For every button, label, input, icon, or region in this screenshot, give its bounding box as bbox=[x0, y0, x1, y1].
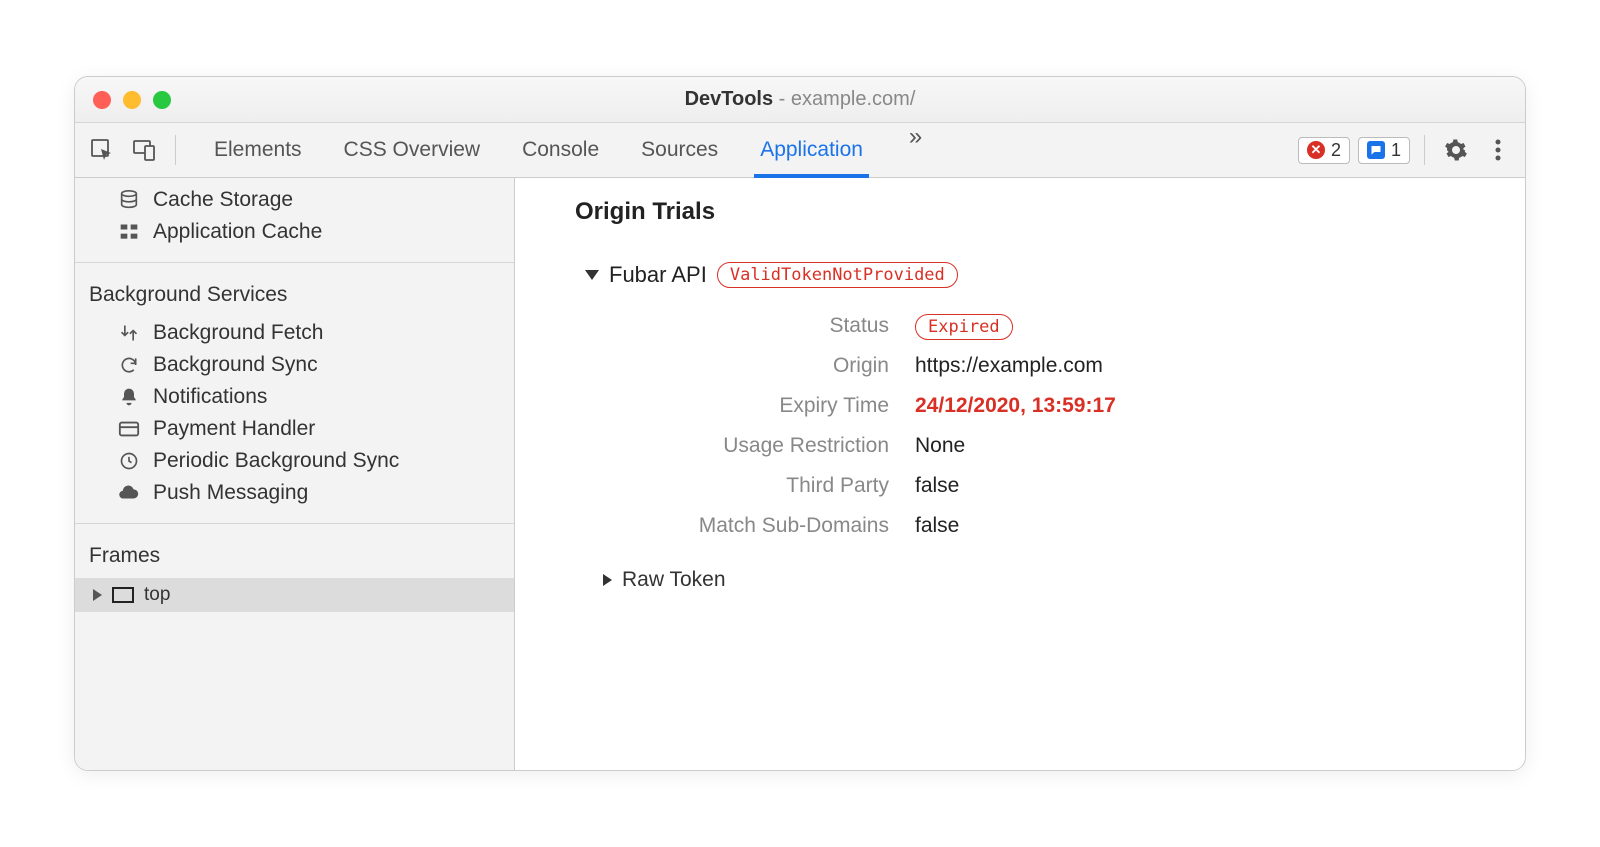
sync-icon bbox=[117, 353, 141, 377]
label-expiry-time: Expiry Time bbox=[605, 394, 915, 418]
sidebar-item-label: Notifications bbox=[153, 385, 267, 409]
sidebar-item-label: Cache Storage bbox=[153, 188, 293, 212]
message-icon bbox=[1367, 141, 1385, 159]
grid-icon bbox=[117, 220, 141, 244]
label-status: Status bbox=[605, 314, 915, 338]
errors-count: 2 bbox=[1331, 140, 1341, 161]
sidebar-item-label: Payment Handler bbox=[153, 417, 315, 441]
tab-console[interactable]: Console bbox=[516, 123, 605, 177]
separator bbox=[1424, 135, 1425, 165]
section-heading: Background Services bbox=[75, 269, 514, 317]
background-services-section: Background Services Background Fetch Bac… bbox=[75, 262, 514, 523]
titlebar: DevTools - example.com/ bbox=[75, 77, 1525, 123]
label-match-sub-domains: Match Sub-Domains bbox=[605, 514, 915, 538]
window-title-sep: - bbox=[773, 88, 791, 110]
raw-token-label: Raw Token bbox=[622, 568, 726, 592]
device-toolbar-icon[interactable] bbox=[127, 133, 161, 167]
sidebar-item-notifications[interactable]: Notifications bbox=[75, 381, 514, 413]
application-sidebar: Cache Storage Application Cache Backgrou… bbox=[75, 178, 515, 770]
window-title: DevTools - example.com/ bbox=[75, 88, 1525, 111]
errors-badge[interactable]: ✕ 2 bbox=[1298, 137, 1350, 164]
frame-icon bbox=[112, 587, 134, 603]
messages-badge[interactable]: 1 bbox=[1358, 137, 1410, 164]
separator bbox=[175, 135, 176, 165]
cloud-icon bbox=[117, 481, 141, 505]
sidebar-item-label: Periodic Background Sync bbox=[153, 449, 399, 473]
label-usage-restriction: Usage Restriction bbox=[605, 434, 915, 458]
sidebar-item-label: Background Fetch bbox=[153, 321, 323, 345]
trial-header[interactable]: Fubar API ValidTokenNotProvided bbox=[575, 262, 1489, 288]
raw-token-header[interactable]: Raw Token bbox=[603, 568, 1489, 592]
window-title-page: example.com/ bbox=[791, 88, 916, 110]
status-badge: Expired bbox=[915, 314, 1013, 340]
panel-heading: Origin Trials bbox=[575, 198, 1489, 226]
cache-section: Cache Storage Application Cache bbox=[75, 178, 514, 262]
trial-details: Status Expired Origin https://example.co… bbox=[605, 314, 1489, 538]
section-heading: Frames bbox=[75, 530, 514, 578]
value-usage-restriction: None bbox=[915, 434, 1489, 458]
sidebar-item-background-fetch[interactable]: Background Fetch bbox=[75, 317, 514, 349]
sidebar-item-frame-top[interactable]: top bbox=[75, 578, 514, 612]
collapse-icon bbox=[585, 270, 599, 280]
sidebar-item-label: Push Messaging bbox=[153, 481, 308, 505]
sidebar-item-label: top bbox=[144, 584, 170, 606]
value-expiry-time: 24/12/2020, 13:59:17 bbox=[915, 394, 1489, 418]
messages-count: 1 bbox=[1391, 140, 1401, 161]
label-origin: Origin bbox=[605, 354, 915, 378]
sidebar-item-periodic-background-sync[interactable]: Periodic Background Sync bbox=[75, 445, 514, 477]
clock-icon bbox=[117, 449, 141, 473]
credit-card-icon bbox=[117, 417, 141, 441]
sidebar-item-background-sync[interactable]: Background Sync bbox=[75, 349, 514, 381]
trial-name: Fubar API bbox=[609, 262, 707, 288]
frames-section: Frames top bbox=[75, 523, 514, 770]
sidebar-item-push-messaging[interactable]: Push Messaging bbox=[75, 477, 514, 509]
label-third-party: Third Party bbox=[605, 474, 915, 498]
expand-icon bbox=[603, 574, 612, 586]
tab-sources[interactable]: Sources bbox=[635, 123, 724, 177]
database-icon bbox=[117, 188, 141, 212]
inspect-element-icon[interactable] bbox=[85, 133, 119, 167]
value-third-party: false bbox=[915, 474, 1489, 498]
more-tabs-icon[interactable]: » bbox=[899, 123, 932, 177]
main-panes: Cache Storage Application Cache Backgrou… bbox=[75, 178, 1525, 770]
tab-elements[interactable]: Elements bbox=[208, 123, 308, 177]
panel-tabs: Elements CSS Overview Console Sources Ap… bbox=[208, 123, 932, 177]
sidebar-item-payment-handler[interactable]: Payment Handler bbox=[75, 413, 514, 445]
settings-icon[interactable] bbox=[1439, 133, 1473, 167]
tab-application[interactable]: Application bbox=[754, 123, 869, 177]
kebab-menu-icon[interactable] bbox=[1481, 133, 1515, 167]
sidebar-item-label: Application Cache bbox=[153, 220, 322, 244]
value-status: Expired bbox=[915, 314, 1489, 338]
devtools-window: DevTools - example.com/ Elements CSS Ove… bbox=[74, 76, 1526, 771]
origin-trials-panel: Origin Trials Fubar API ValidTokenNotPro… bbox=[515, 178, 1525, 770]
bell-icon bbox=[117, 385, 141, 409]
sidebar-item-cache-storage[interactable]: Cache Storage bbox=[75, 184, 514, 216]
token-status-badge: ValidTokenNotProvided bbox=[717, 262, 958, 288]
window-title-app: DevTools bbox=[685, 88, 774, 110]
expand-icon bbox=[93, 589, 102, 601]
fetch-icon bbox=[117, 321, 141, 345]
tab-css-overview[interactable]: CSS Overview bbox=[338, 123, 487, 177]
sidebar-item-application-cache[interactable]: Application Cache bbox=[75, 216, 514, 248]
value-match-sub-domains: false bbox=[915, 514, 1489, 538]
devtools-toolbar: Elements CSS Overview Console Sources Ap… bbox=[75, 123, 1525, 178]
error-icon: ✕ bbox=[1307, 141, 1325, 159]
sidebar-item-label: Background Sync bbox=[153, 353, 318, 377]
value-origin: https://example.com bbox=[915, 354, 1489, 378]
